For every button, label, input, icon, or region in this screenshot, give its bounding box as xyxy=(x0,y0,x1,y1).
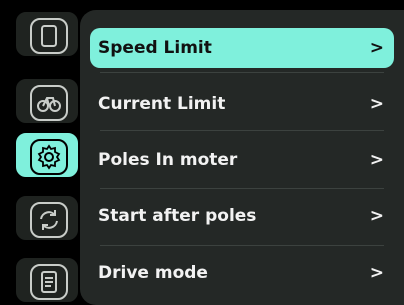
chevron-right-icon: > xyxy=(369,206,384,226)
tablet-icon xyxy=(30,18,68,54)
menu-item-start-after-poles[interactable]: Start after poles > xyxy=(90,196,394,236)
refresh-icon xyxy=(30,202,68,238)
menu-item-label: Drive mode xyxy=(98,263,208,283)
settings-screen: Speed Limit > Current Limit > Poles In m… xyxy=(0,0,404,305)
settings-menu-panel: Speed Limit > Current Limit > Poles In m… xyxy=(80,10,404,305)
chevron-right-icon: > xyxy=(369,150,384,170)
menu-item-label: Speed Limit xyxy=(98,38,212,58)
divider xyxy=(100,72,384,73)
nav-display-button[interactable] xyxy=(14,10,80,58)
gear-icon xyxy=(30,139,68,175)
nav-sync-button[interactable] xyxy=(14,194,80,242)
menu-item-poles-in-moter[interactable]: Poles In moter > xyxy=(90,140,394,180)
side-nav-rail xyxy=(12,10,82,305)
divider xyxy=(100,188,384,189)
chevron-right-icon: > xyxy=(369,263,384,283)
menu-item-current-limit[interactable]: Current Limit > xyxy=(90,84,394,124)
nav-settings-button[interactable] xyxy=(14,131,80,179)
bicycle-icon xyxy=(30,85,68,121)
menu-item-speed-limit[interactable]: Speed Limit > xyxy=(90,28,394,68)
menu-item-label: Start after poles xyxy=(98,206,257,226)
nav-log-button[interactable] xyxy=(14,256,80,304)
chevron-right-icon: > xyxy=(369,38,384,58)
menu-item-label: Current Limit xyxy=(98,94,226,114)
divider xyxy=(100,245,384,246)
nav-bike-button[interactable] xyxy=(14,77,80,125)
menu-item-label: Poles In moter xyxy=(98,150,238,170)
divider xyxy=(100,130,384,131)
menu-item-drive-mode[interactable]: Drive mode > xyxy=(90,253,394,293)
chevron-right-icon: > xyxy=(369,94,384,114)
document-icon xyxy=(30,264,68,300)
